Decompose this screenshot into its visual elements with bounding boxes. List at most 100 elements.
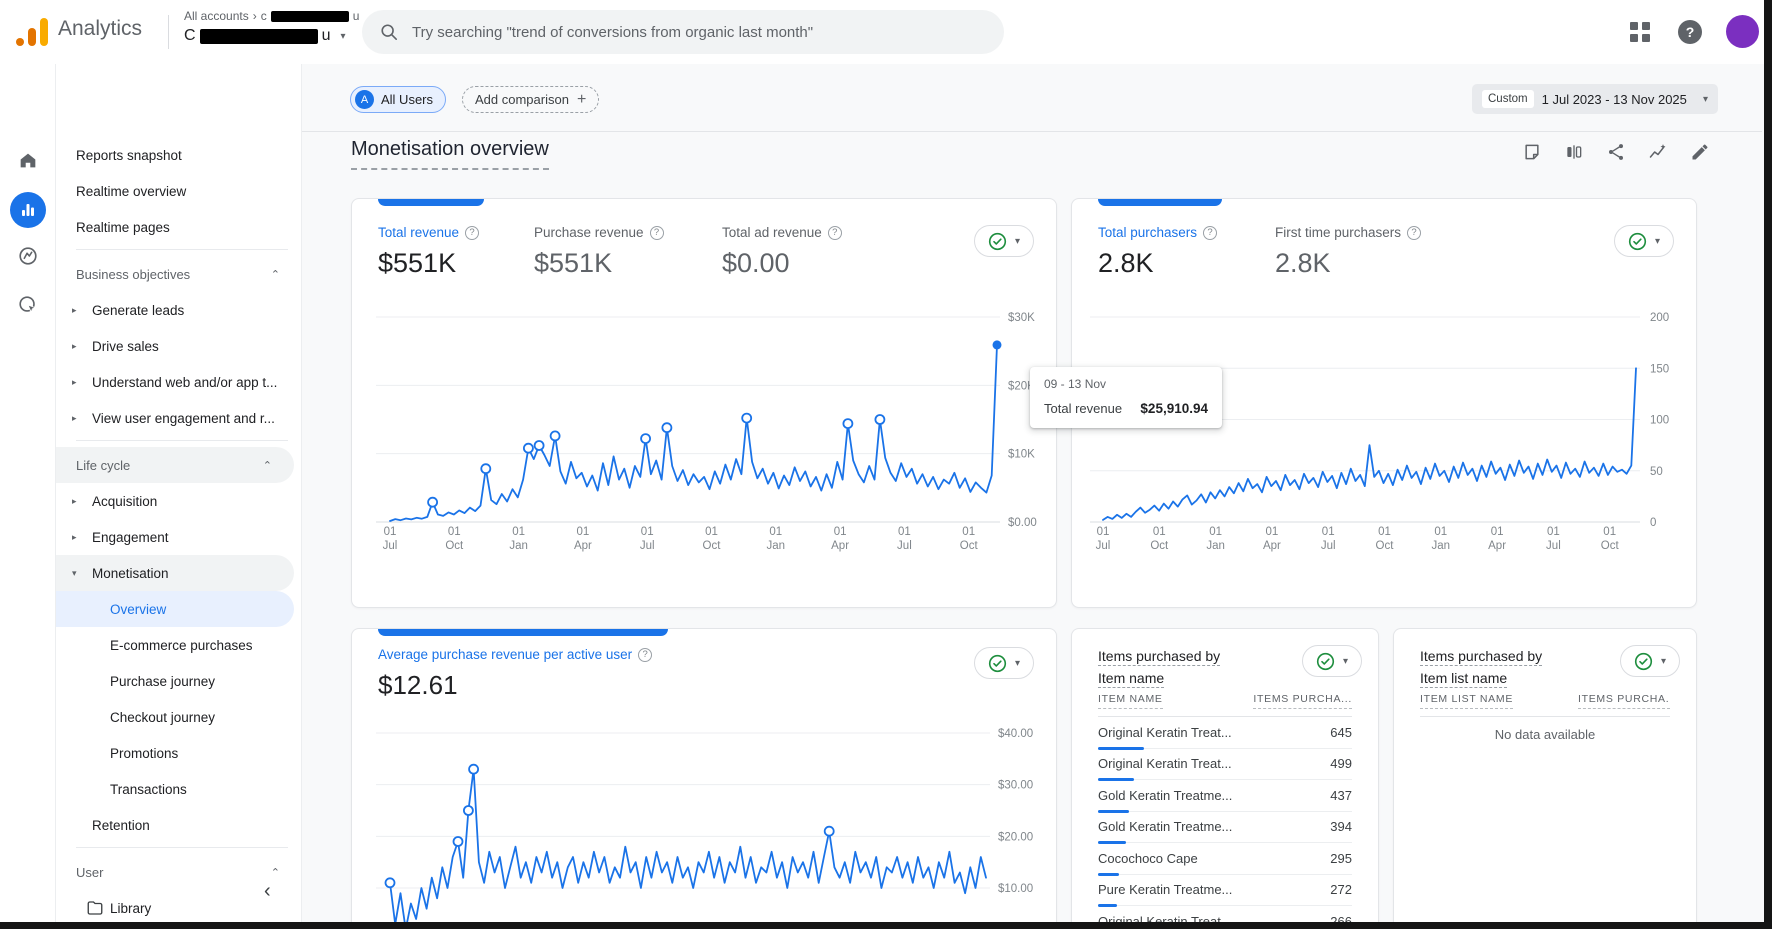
expand-arrow-icon[interactable]: ▸ bbox=[72, 377, 77, 388]
svg-text:01: 01 bbox=[448, 526, 461, 538]
reports-icon[interactable] bbox=[10, 192, 46, 228]
items-purchased-value: 295 bbox=[1330, 851, 1352, 866]
comparison-icon[interactable] bbox=[1562, 140, 1586, 164]
note-icon[interactable] bbox=[1520, 140, 1544, 164]
avg-purchase-revenue-line-chart[interactable]: $40.00$30.00$20.00$10.00 bbox=[352, 629, 1057, 929]
item-name: Original Keratin Treat... bbox=[1098, 725, 1232, 740]
sidebar-item-understand-web-and-or-app-t[interactable]: ▸Understand web and/or app t... bbox=[56, 364, 302, 400]
analytics-logo-icon[interactable] bbox=[16, 16, 50, 48]
breadcrumb[interactable]: All accounts › c u bbox=[184, 9, 359, 23]
column-header-item-name[interactable]: ITEM NAME bbox=[1098, 693, 1163, 709]
card-title[interactable]: Items purchased by Item list name bbox=[1420, 645, 1542, 689]
redacted-account-name bbox=[271, 11, 349, 22]
table-row[interactable]: Cocochoco Cape295 bbox=[1098, 843, 1352, 875]
sidebar-item-user[interactable]: User ⌃ bbox=[56, 854, 302, 890]
column-header-item-list-name[interactable]: ITEM LIST NAME bbox=[1420, 693, 1513, 709]
expand-arrow-icon[interactable]: ▸ bbox=[72, 305, 77, 316]
divider bbox=[302, 131, 1762, 132]
sidebar-item-library[interactable]: Library bbox=[56, 890, 302, 926]
share-icon[interactable] bbox=[1604, 140, 1628, 164]
help-icon[interactable]: ? bbox=[1678, 20, 1702, 44]
sidebar-item-realtime-pages[interactable]: Realtime pages bbox=[56, 209, 302, 245]
sidebar-item-life-cycle[interactable]: Life cycle⌃ bbox=[56, 447, 294, 483]
apps-grid-icon[interactable] bbox=[1630, 22, 1650, 42]
explore-icon[interactable] bbox=[10, 238, 46, 274]
sidebar-item-view-user-engagement-and-r[interactable]: ▸ View user engagement and r... bbox=[56, 400, 302, 436]
table-row[interactable]: Gold Keratin Treatme...394 bbox=[1098, 812, 1352, 844]
sidebar-item-retention[interactable]: Retention bbox=[56, 807, 302, 843]
item-name: Original Keratin Treat... bbox=[1098, 756, 1232, 771]
sidebar-item-label: User bbox=[76, 865, 103, 880]
card-title[interactable]: Items purchased by Item name bbox=[1098, 645, 1220, 689]
chevron-up-icon[interactable]: ⌃ bbox=[263, 459, 272, 472]
property-selector[interactable]: C u ▾ bbox=[184, 27, 346, 45]
insights-icon[interactable] bbox=[1646, 140, 1670, 164]
item-mini-bar bbox=[1098, 747, 1144, 750]
sidebar-item-label: Acquisition bbox=[92, 494, 157, 509]
sidebar-item-label: Purchase journey bbox=[110, 674, 215, 689]
svg-text:01: 01 bbox=[1434, 526, 1447, 538]
sidebar-item-label: Generate leads bbox=[92, 303, 184, 318]
sidebar-divider bbox=[76, 847, 288, 848]
data-quality-chip[interactable]: ▾ bbox=[1620, 645, 1680, 677]
chevron-up-icon[interactable]: ⌃ bbox=[271, 268, 280, 281]
svg-text:Apr: Apr bbox=[1488, 540, 1506, 552]
sidebar-item-realtime-overview[interactable]: Realtime overview bbox=[56, 173, 302, 209]
chevron-down-icon: ▾ bbox=[1343, 656, 1348, 667]
sidebar-item-checkout-journey[interactable]: Checkout journey bbox=[56, 699, 302, 735]
left-icon-rail: ⚙ bbox=[0, 64, 56, 924]
tooltip-date: 09 - 13 Nov bbox=[1044, 377, 1208, 391]
sidebar-item-promotions[interactable]: Promotions bbox=[56, 735, 302, 771]
svg-text:$30K: $30K bbox=[1008, 312, 1035, 324]
sidebar-item-label: Transactions bbox=[110, 782, 187, 797]
expand-arrow-icon[interactable]: ▸ bbox=[72, 341, 77, 352]
sidebar-item-transactions[interactable]: Transactions bbox=[56, 771, 302, 807]
breadcrumb-all-accounts[interactable]: All accounts bbox=[184, 9, 249, 23]
svg-text:Apr: Apr bbox=[831, 540, 849, 552]
svg-text:Jul: Jul bbox=[1546, 540, 1561, 552]
data-quality-chip[interactable]: ▾ bbox=[1302, 645, 1362, 677]
all-users-segment-chip[interactable]: A All Users bbox=[350, 86, 446, 113]
home-icon[interactable] bbox=[10, 142, 46, 178]
search-bar[interactable] bbox=[362, 10, 1004, 54]
search-input[interactable] bbox=[412, 24, 952, 41]
sidebar-item-business-objectives[interactable]: Business objectives⌃ bbox=[56, 256, 302, 292]
sidebar-item-overview[interactable]: Overview bbox=[56, 591, 294, 627]
svg-text:$10K: $10K bbox=[1008, 449, 1035, 461]
sidebar-item-e-commerce-purchases[interactable]: E-commerce purchases bbox=[56, 627, 302, 663]
sidebar-item-reports-snapshot[interactable]: Reports snapshot bbox=[56, 137, 302, 173]
sidebar-item-generate-leads[interactable]: ▸ Generate leads bbox=[56, 292, 302, 328]
table-row[interactable]: Gold Keratin Treatme...437 bbox=[1098, 780, 1352, 812]
expand-arrow-icon[interactable]: ▾ bbox=[72, 568, 77, 579]
add-comparison-button[interactable]: Add comparison + bbox=[462, 86, 599, 113]
table-row[interactable]: Pure Keratin Treatme...272 bbox=[1098, 875, 1352, 907]
column-header-items-purchased[interactable]: ITEMS PURCHA... bbox=[1578, 693, 1670, 709]
edit-icon[interactable] bbox=[1688, 140, 1712, 164]
table-row[interactable]: Original Keratin Treat...645 bbox=[1098, 717, 1352, 749]
expand-arrow-icon[interactable]: ▸ bbox=[72, 532, 77, 543]
sidebar-item-drive-sales[interactable]: ▸Drive sales bbox=[56, 328, 302, 364]
tooltip-metric: Total revenue bbox=[1044, 401, 1122, 416]
items-by-name-card: Items purchased by Item name ▾ ITEM NAME… bbox=[1071, 628, 1379, 929]
expand-arrow-icon[interactable]: ▸ bbox=[72, 413, 77, 424]
sidebar-item-purchase-journey[interactable]: Purchase journey bbox=[56, 663, 302, 699]
total-revenue-line-chart[interactable]: $30K$20K$10K$0.0001Jul01Oct01Jan01Apr01J… bbox=[352, 199, 1057, 608]
svg-text:Oct: Oct bbox=[703, 540, 722, 552]
report-nav-sidebar: ‹ Reports snapshotRealtime overviewRealt… bbox=[56, 64, 302, 924]
chevron-up-icon[interactable]: ⌃ bbox=[271, 866, 280, 879]
sidebar-item-label: View user engagement and r... bbox=[92, 411, 275, 426]
svg-text:Oct: Oct bbox=[960, 540, 979, 552]
sidebar-item-acquisition[interactable]: ▸ Acquisition bbox=[56, 483, 302, 519]
avatar[interactable] bbox=[1726, 15, 1759, 48]
scrollbar[interactable] bbox=[1764, 0, 1772, 929]
sidebar-item-monetisation[interactable]: ▾Monetisation bbox=[56, 555, 294, 591]
advertising-icon[interactable] bbox=[10, 287, 46, 323]
table-row[interactable]: Original Keratin Treat...499 bbox=[1098, 749, 1352, 781]
date-range-picker[interactable]: Custom 1 Jul 2023 - 13 Nov 2025 ▾ bbox=[1472, 84, 1718, 114]
column-header-items-purchased[interactable]: ITEMS PURCHA... bbox=[1253, 693, 1352, 709]
svg-text:200: 200 bbox=[1650, 312, 1669, 324]
expand-arrow-icon[interactable]: ▸ bbox=[72, 496, 77, 507]
chevron-down-icon: ▾ bbox=[340, 31, 345, 42]
svg-text:01: 01 bbox=[641, 526, 654, 538]
sidebar-item-engagement[interactable]: ▸Engagement bbox=[56, 519, 302, 555]
